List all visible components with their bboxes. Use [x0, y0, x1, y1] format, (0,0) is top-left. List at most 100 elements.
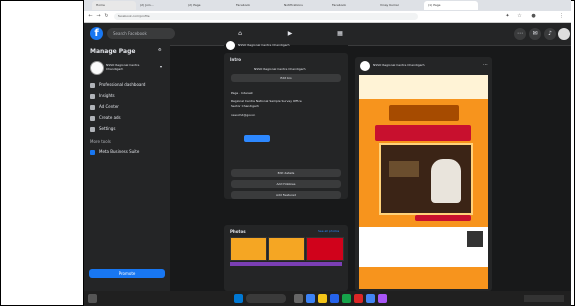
info-line: nssochd@gov.in [231, 113, 256, 117]
manage-page-sidebar: Manage Page ⚙ NSSO Regional Centre Chand… [84, 45, 170, 291]
manage-page-title: Manage Page [90, 48, 136, 55]
ad-center-icon [90, 104, 95, 110]
extension-icon[interactable]: ✦ [504, 13, 511, 20]
sidebar-item-insights[interactable]: Insights [90, 92, 115, 99]
poster-header [359, 75, 488, 99]
sidebar-item-label: Ad Center [99, 104, 119, 109]
browser-tab[interactable]: Home [92, 1, 136, 10]
chevron-down-icon: ▾ [160, 64, 163, 69]
notifications-icon[interactable]: ♪ [544, 28, 556, 40]
sidebar-item-label: Professional dashboard [99, 82, 146, 87]
photo-thumbnail[interactable] [230, 237, 267, 261]
browser-tab[interactable]: Facebook [232, 1, 280, 10]
post-page-name: NSSO Regional Centre Chandigarh [373, 63, 425, 67]
address-bar: ← → ↻ facebook.com/profile ✦ ☆ ● ⋮ [84, 11, 571, 23]
chrome-icon[interactable] [366, 294, 375, 303]
marketplace-icon[interactable]: ▦ [334, 28, 346, 40]
star-icon[interactable]: ☆ [516, 13, 523, 20]
browser-tab[interactable]: Vinay Kumar [376, 1, 424, 10]
desktop-screenshot: Home (2) Join... (2) Page Facebook Notif… [84, 0, 571, 306]
intro-text: NSSO Regional Centre Chandigarh [254, 67, 306, 71]
browser-tab[interactable]: (2) Join... [136, 1, 184, 10]
sidebar-item-create-ads[interactable]: Create ads [90, 114, 121, 121]
settings-icon [90, 126, 95, 132]
edit-bio-button[interactable]: Edit bio [231, 74, 341, 82]
page-name: NSSO Regional Centre Chandigarh [106, 63, 140, 71]
settings-gear-icon[interactable]: ⚙ [158, 46, 162, 53]
browser-tab[interactable]: (2) Page [184, 1, 232, 10]
more-tools-heading: More tools [90, 139, 111, 144]
app-icon[interactable] [378, 294, 387, 303]
facebook-logo-icon[interactable]: f [90, 27, 103, 40]
sidebar-item-label: Settings [99, 126, 116, 131]
browser-tab[interactable]: Facebook [328, 1, 376, 10]
messenger-icon[interactable]: ✉ [529, 28, 541, 40]
post-poster-image[interactable] [359, 75, 488, 289]
info-line: Regional Centre National Sample Survey O… [231, 99, 302, 103]
browser-tab[interactable]: Notifications [280, 1, 328, 10]
forward-icon[interactable]: → [95, 13, 102, 20]
photo-thumbnail[interactable] [268, 237, 305, 261]
sidebar-item-dashboard[interactable]: Professional dashboard [90, 81, 145, 88]
post-page-avatar [360, 61, 370, 71]
pdf-icon[interactable] [354, 294, 363, 303]
photo-thumbnail[interactable] [306, 237, 344, 261]
file-explorer-icon[interactable] [318, 294, 327, 303]
info-line: Page · Interest [231, 91, 253, 95]
back-icon[interactable]: ← [87, 13, 94, 20]
poster-photo [379, 143, 473, 215]
add-featured-button[interactable]: Add Featured [231, 191, 341, 199]
see-all-photos-link[interactable]: See all photos [318, 229, 339, 233]
weather-icon[interactable] [88, 294, 97, 303]
intro-card: Intro NSSO Regional Centre Chandigarh Ed… [224, 53, 348, 199]
insights-icon [90, 93, 95, 99]
sidebar-item-ad-center[interactable]: Ad Center [90, 103, 119, 110]
facebook-top-bar: f Search Facebook ⌂ ▶ ▦ ⋯ ✉ ♪ [84, 23, 571, 46]
edit-details-button[interactable]: Edit details [231, 169, 341, 177]
menu-grid-icon[interactable]: ⋯ [514, 28, 526, 40]
sidebar-item-settings[interactable]: Settings [90, 125, 115, 132]
account-avatar[interactable] [558, 28, 570, 40]
home-icon[interactable]: ⌂ [234, 28, 246, 40]
page-switcher[interactable]: NSSO Regional Centre Chandigarh ▾ [88, 59, 166, 75]
windows-start-icon[interactable] [234, 294, 243, 303]
sidebar-item-label: Create ads [99, 115, 121, 120]
info-line: Sector Chandigarh [231, 104, 259, 108]
website-link-button[interactable] [244, 135, 270, 142]
video-icon[interactable]: ▶ [284, 28, 296, 40]
photos-heading: Photos [230, 229, 246, 234]
dashboard-icon [90, 82, 95, 88]
poster-subtitle-block [375, 125, 471, 141]
more-options-icon[interactable]: ⋯ [483, 62, 488, 68]
url-field[interactable]: facebook.com/profile [114, 13, 418, 20]
screenshot-frame: Home (2) Join... (2) Page Facebook Notif… [0, 0, 575, 306]
left-border [0, 0, 1, 306]
word-icon[interactable] [330, 294, 339, 303]
add-hobbies-button[interactable]: Add Hobbies [231, 180, 341, 188]
poster-qr-code [467, 231, 483, 247]
edge-icon[interactable] [306, 294, 315, 303]
poster-bottom-band [359, 269, 488, 289]
photos-card: Photos See all photos [224, 225, 348, 291]
photo-strip [230, 262, 342, 266]
create-ads-icon [90, 115, 95, 121]
facebook-search-input[interactable]: Search Facebook [107, 28, 175, 39]
windows-taskbar [84, 291, 571, 306]
sidebar-item-meta-business[interactable]: Meta Business Suite [90, 148, 139, 155]
page-title: NSSO Regional Centre Chandigarh [238, 43, 290, 47]
page-intro-column: NSSO Regional Centre Chandigarh Intro NS… [224, 41, 348, 291]
system-tray[interactable] [524, 295, 564, 302]
menu-dots-icon[interactable]: ⋮ [558, 13, 565, 20]
poster-logo [389, 161, 419, 177]
profile-icon[interactable]: ● [530, 13, 537, 20]
page-avatar-small [226, 41, 235, 50]
taskbar-search[interactable] [246, 294, 286, 303]
sidebar-item-label: Meta Business Suite [99, 149, 140, 154]
browser-tab-active[interactable]: (1) Page [424, 1, 478, 10]
reload-icon[interactable]: ↻ [103, 13, 110, 20]
promote-button[interactable]: Promote [89, 269, 165, 278]
poster-person [431, 159, 461, 203]
page-avatar [90, 61, 104, 75]
task-view-icon[interactable] [294, 294, 303, 303]
excel-icon[interactable] [342, 294, 351, 303]
